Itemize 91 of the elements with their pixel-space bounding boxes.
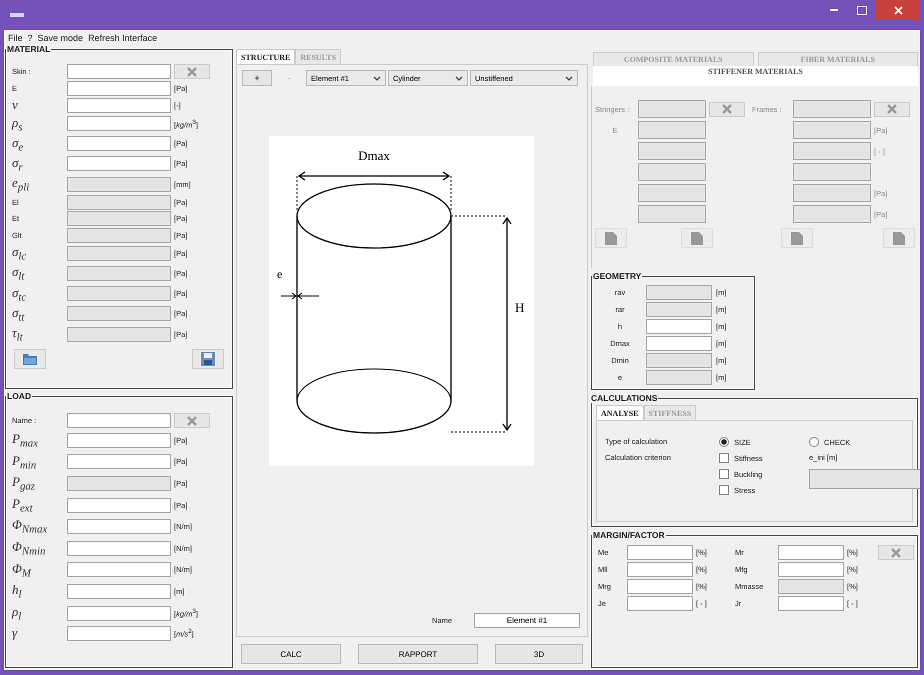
maximize-icon [857,6,867,14]
folder-icon [23,353,37,366]
close-icon [722,104,732,114]
save-button[interactable] [192,349,224,370]
close-icon [891,548,901,558]
close-icon [187,66,197,76]
field-label: σ$_{tt}$ [12,304,26,324]
minimize-icon [830,9,838,11]
group-title: CALCULATIONS [590,393,658,403]
clear-button[interactable] [709,102,745,116]
input-field[interactable] [67,156,171,172]
field-label: ν [12,97,19,113]
chevron-icon [455,76,463,80]
field-label: σ$_{lt}$ [12,264,26,284]
file-icon [893,232,905,244]
close-button[interactable] [876,0,920,20]
clear-button[interactable] [874,102,910,116]
tab[interactable]: STRUCTURE [236,49,296,64]
tool-button[interactable]: + [242,70,272,86]
open-button[interactable] [595,228,627,248]
input-field[interactable] [67,606,171,621]
input-field[interactable] [67,64,171,79]
field-label: σ$_{lc}$ [12,244,28,263]
app-icon [10,13,24,17]
clear-button[interactable] [174,64,210,79]
menu-item[interactable]: File [8,33,23,43]
input-field[interactable] [627,562,693,577]
input-field[interactable] [67,413,171,428]
input-field[interactable] [627,545,693,560]
menu-item[interactable]: Save mode [38,33,84,43]
group-title: GEOMETRY [592,271,642,281]
field-label: P$_{min}$ [12,452,38,472]
input-field[interactable] [778,562,844,577]
input-field[interactable] [646,336,712,351]
field-label: τ$_{lt}$ [12,324,24,344]
field-label: σ$_{r}$ [12,154,24,174]
field-label: Φ$_{Nmin}$ [12,538,46,558]
tab[interactable]: ANALYSE [596,405,644,420]
field-label: Φ$_{Nmax}$ [12,517,48,536]
input-field[interactable] [627,579,693,594]
close-icon [894,6,902,14]
field-label: P$_{max}$ [12,431,39,450]
input-field[interactable] [67,584,171,599]
field-label: Φ$_{M}$ [12,560,32,580]
push-button[interactable]: RAPPORT [358,644,478,664]
field-label: h$_{l}$ [12,582,23,601]
input-field[interactable] [778,596,844,611]
input-field[interactable] [67,116,171,132]
cylinder-drawing: Dmax H e [269,136,534,466]
menu-item[interactable]: Refresh Interface [88,33,158,43]
input-field[interactable] [67,626,171,641]
input-field[interactable] [67,498,171,513]
field-label: ρ$_{s}$ [12,114,24,134]
field-label: P$_{ext}$ [12,496,34,514]
field-label: σ$_{tc}$ [12,284,28,304]
input-field[interactable] [67,136,171,152]
group-title: MATERIAL [6,44,52,54]
input-field[interactable]: Element #1 [474,613,580,628]
open-button[interactable] [781,228,813,248]
close-icon [887,104,897,114]
input-field[interactable] [778,545,844,560]
input-field[interactable] [67,432,171,448]
input-field[interactable] [627,596,693,611]
file-icon [791,232,803,244]
input-field[interactable] [67,98,171,112]
chevron-icon [373,76,381,80]
open-button[interactable] [14,349,46,370]
input-field[interactable] [67,540,171,556]
field-label: P$_{gaz}$ [12,474,36,493]
field-label: γ [12,625,18,642]
input-field[interactable] [67,454,171,470]
field-label: σ$_{e}$ [12,134,24,154]
group-title: LOAD [6,391,32,401]
tab[interactable]: STIFFENER MATERIALS [593,66,918,86]
clear-button[interactable] [174,413,210,428]
push-button[interactable]: 3D [495,644,583,664]
input-field[interactable] [67,80,171,96]
menu-item[interactable]: ? [28,33,33,43]
floppy-icon [201,352,215,366]
input-field[interactable] [67,519,171,534]
group-title: MARGIN/FACTOR [592,530,666,540]
chevron-icon [565,76,573,80]
input-field[interactable] [646,319,712,334]
close-icon [187,416,197,426]
field-label: ρ$_{l}$ [12,604,22,622]
file-icon [691,232,703,244]
field-label: e$_{pli}$ [12,174,30,194]
input-field[interactable] [67,562,171,578]
clear-button[interactable] [878,545,914,560]
file-icon [605,232,617,244]
push-button[interactable]: CALC [241,644,341,664]
